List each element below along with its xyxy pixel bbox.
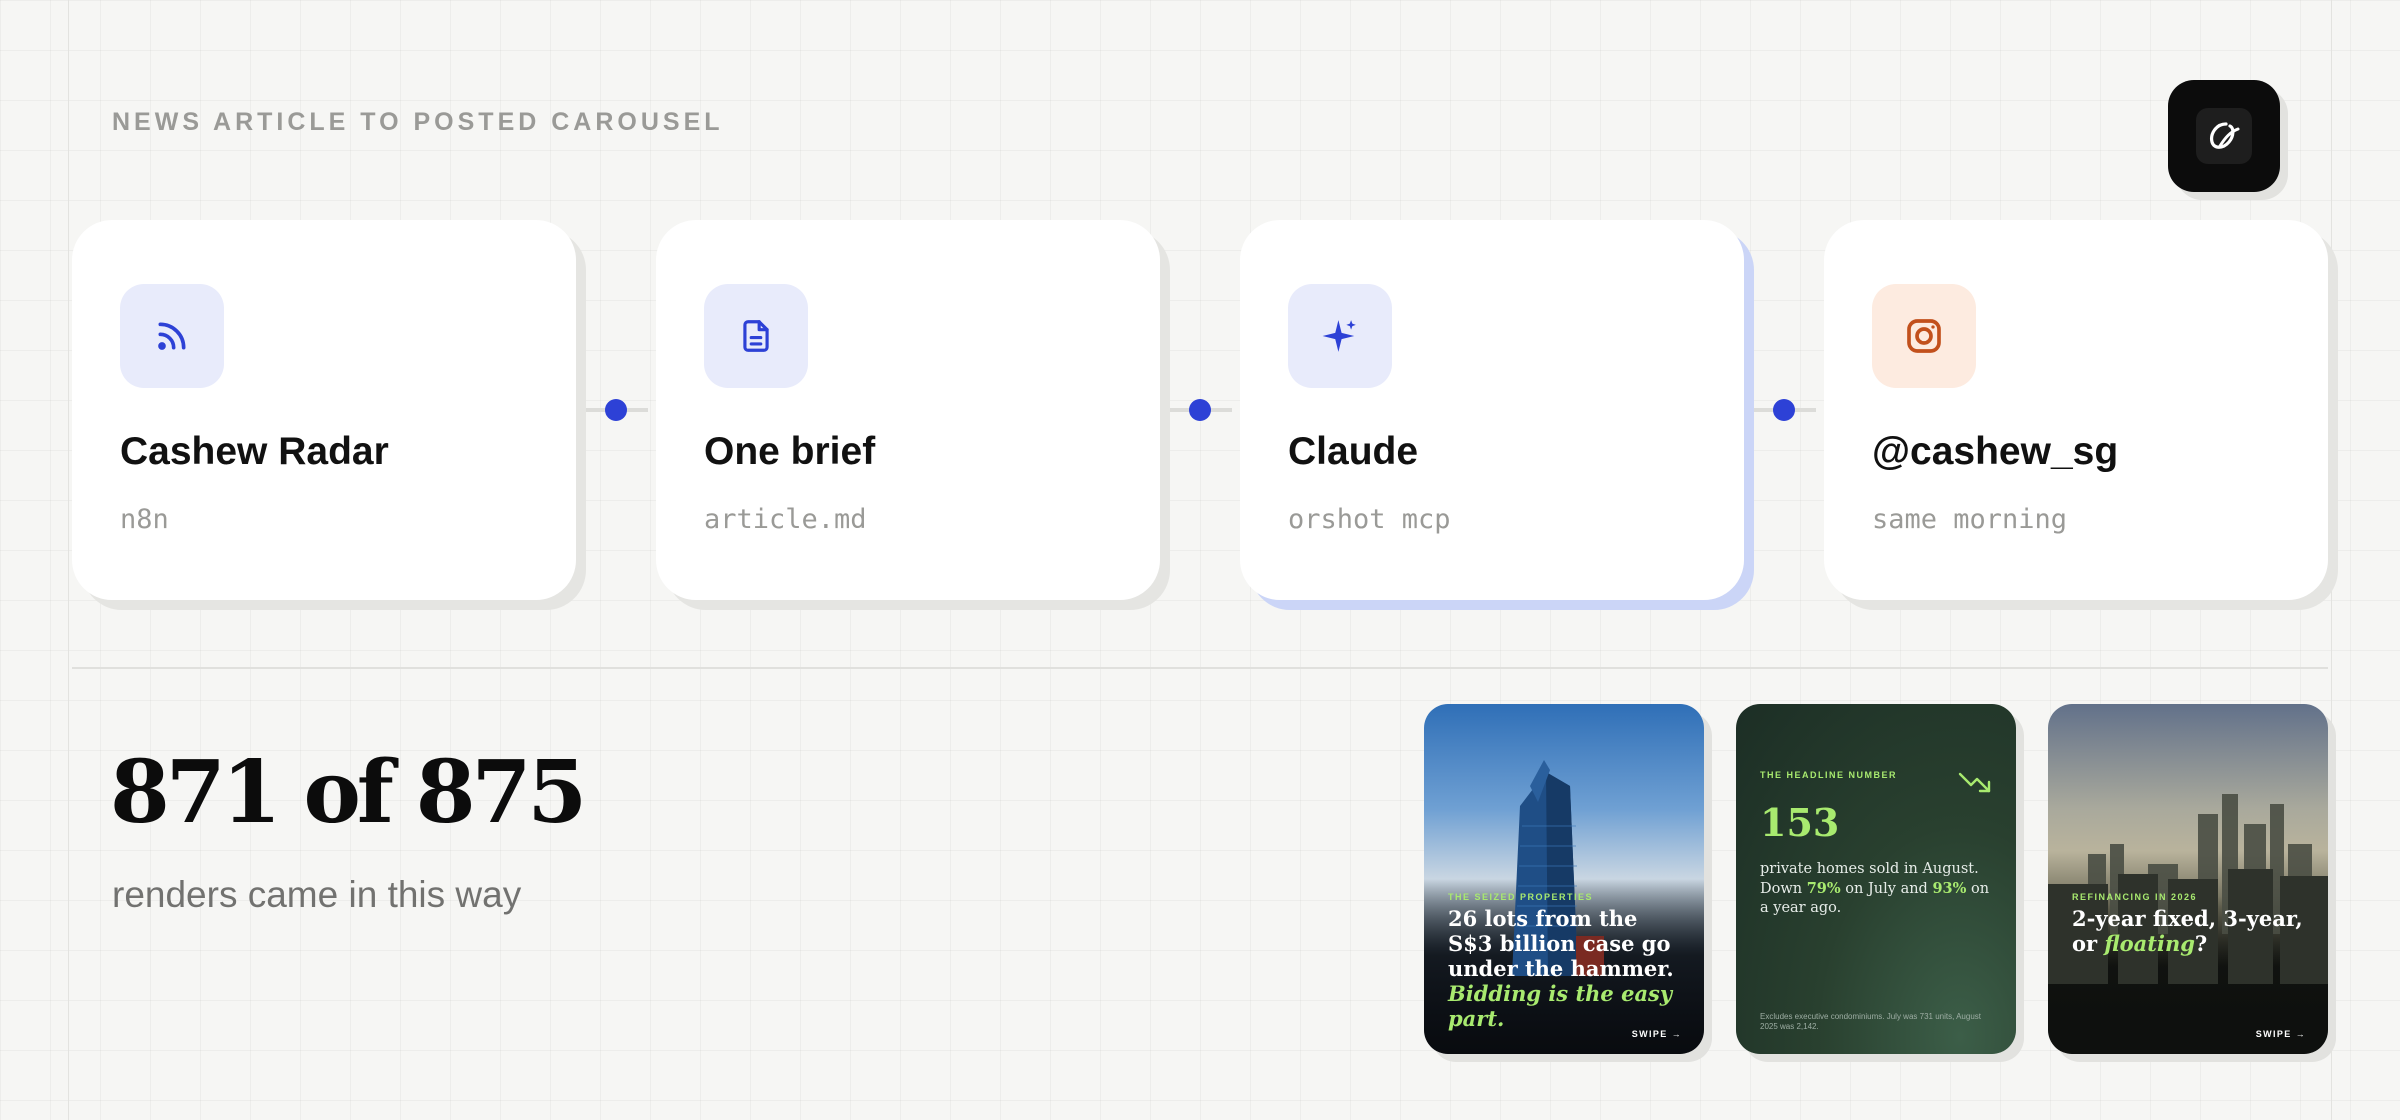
slide-kicker: THE HEADLINE NUMBER [1760,770,1898,780]
pipeline-card-one-brief[interactable]: One brief article.md [656,220,1160,600]
slide-headline-highlight: Bidding is the easy part. [1448,981,1673,1031]
pipeline-card-cashew-radar[interactable]: Cashew Radar n8n [72,220,576,600]
render-count: 871 of 875 [110,742,587,843]
pipeline-card-instagram[interactable]: @cashew_sg same morning [1824,220,2328,600]
card-subtitle: orshot mcp [1288,504,1451,535]
carousel-slide-refinancing[interactable]: REFINANCING IN 2026 2-year fixed, 3-year… [2048,704,2328,1054]
card-subtitle: article.md [704,504,867,535]
connector-dot [605,399,627,421]
instagram-icon [1872,284,1976,388]
section-divider [72,667,2328,669]
slide-headline-highlight: floating [2104,931,2195,956]
pct-july: 79% [1806,880,1841,897]
pct-year: 93% [1932,880,1967,897]
orshot-logo-icon [2196,108,2252,164]
carousel-slide-seized-properties[interactable]: THE SEIZED PROPERTIES 26 lots from the S… [1424,704,1704,1054]
render-count-caption: renders came in this way [112,874,522,915]
slide-headline: 2-year fixed, 3-year, or floating? [2072,906,2310,956]
trending-down-icon [1958,772,1991,793]
card-title: One brief [704,430,876,473]
skyline-illustration [2048,794,2328,984]
orshot-logo [2168,80,2280,192]
headline-number: 153 [1760,800,1840,845]
carousel-slide-headline-number[interactable]: THE HEADLINE NUMBER 153 private homes so… [1736,704,2016,1054]
page-eyebrow: NEWS ARTICLE TO POSTED CAROUSEL [112,108,724,136]
slide-body-text: on July and [1840,881,1933,897]
slide-kicker: REFINANCING IN 2026 [2072,892,2198,902]
card-title: Claude [1288,430,1419,473]
sparkle-icon [1288,284,1392,388]
slide-footnote: Excludes executive condominiums. July wa… [1760,1012,1982,1031]
slide-body: private homes sold in August. Down 79% o… [1760,860,1996,918]
slide-headline-text: 26 lots from the S$3 billion case go und… [1448,906,1674,981]
connector-dot [1189,399,1211,421]
swipe-label: SWIPE → [2255,1029,2306,1039]
slide-headline: 26 lots from the S$3 billion case go und… [1448,906,1686,1031]
slide-headline-end: ? [2194,931,2208,956]
card-title: @cashew_sg [1872,430,2119,473]
rss-icon [120,284,224,388]
slide-kicker: THE SEIZED PROPERTIES [1448,892,1594,902]
document-icon [704,284,808,388]
pipeline-card-claude[interactable]: Claude orshot mcp [1240,220,1744,600]
right-frame-line [2331,0,2332,1120]
swipe-label: SWIPE → [1631,1029,1682,1039]
card-title: Cashew Radar [120,430,389,473]
card-subtitle: same morning [1872,504,2068,535]
left-frame-line [68,0,69,1120]
card-subtitle: n8n [120,504,169,535]
connector-dot [1773,399,1795,421]
